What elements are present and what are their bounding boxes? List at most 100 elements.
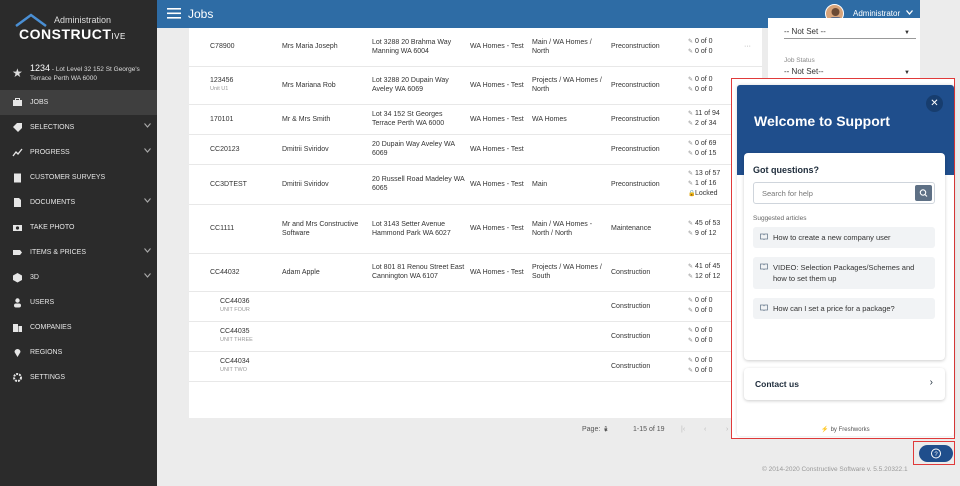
selection-icon: ✎ bbox=[688, 151, 694, 157]
address-cell bbox=[370, 291, 468, 321]
chevron-down-icon[interactable] bbox=[144, 273, 151, 278]
address-cell: 20 Russell Road Madeley WA 6065 bbox=[372, 176, 465, 192]
unit-label: UNIT TWO bbox=[220, 367, 247, 373]
chevron-down-icon[interactable] bbox=[144, 248, 151, 253]
sidebar-item-label: SETTINGS bbox=[30, 374, 66, 381]
job-code-cell[interactable]: 170101 bbox=[189, 104, 280, 134]
cube-icon bbox=[13, 273, 22, 283]
chevron-down-icon[interactable] bbox=[144, 148, 151, 153]
label-icon bbox=[13, 250, 22, 255]
stage-cell: Preconstruction bbox=[611, 81, 660, 89]
job-code-cell[interactable]: 123456 Unit U1 bbox=[189, 66, 280, 104]
stage-cell: Preconstruction bbox=[611, 115, 660, 123]
contact-us-button[interactable]: Contact us › bbox=[744, 368, 945, 400]
sidebar-item-label: PROGRESS bbox=[30, 149, 70, 156]
progress-icon: ✎ bbox=[688, 264, 694, 270]
stage-cell: Construction bbox=[611, 362, 651, 370]
region-cell bbox=[530, 351, 609, 381]
sidebar-item-label: JOBS bbox=[30, 99, 49, 106]
filter-panel: -- Not Set -- ▼ Job Status -- Not Set-- ▼ bbox=[768, 18, 920, 80]
table-row[interactable]: CC44036 UNIT FOUR Construction ✎ 0 of 0 ✎ 0 of… bbox=[189, 291, 762, 321]
stage-cell: Maintenance bbox=[611, 225, 652, 232]
job-code-cell[interactable]: CC44036 UNIT FOUR bbox=[189, 291, 280, 321]
region-cell: Main bbox=[532, 180, 548, 188]
progress-icon: ✎ bbox=[688, 171, 694, 177]
search-input[interactable]: Search for help bbox=[753, 182, 935, 204]
row-actions[interactable]: ··· bbox=[742, 28, 762, 66]
current-job[interactable]: ★ 1234 - Lot Level 32 152 St George's Te… bbox=[0, 60, 157, 88]
book-icon bbox=[760, 233, 768, 240]
camera-icon bbox=[13, 225, 22, 231]
help-panel: Got questions? Search for help Suggested… bbox=[744, 153, 945, 360]
address-cell: Lot 801 81 Renou Street East Cannington … bbox=[372, 264, 465, 280]
region-cell bbox=[530, 291, 609, 321]
company-cell: WA Homes - Test bbox=[470, 81, 524, 89]
article-link[interactable]: How to create a new company user bbox=[753, 227, 935, 248]
sidebar-item-settings[interactable]: SETTINGS bbox=[0, 365, 157, 390]
tag-icon bbox=[13, 123, 22, 132]
logo[interactable]: Administration CONSTRUCTIVE bbox=[14, 8, 144, 48]
chevron-down-icon[interactable] bbox=[144, 123, 151, 128]
sidebar-item-jobs[interactable]: JOBS bbox=[0, 90, 157, 115]
menu-icon[interactable] bbox=[167, 8, 181, 19]
briefcase-icon bbox=[13, 98, 22, 106]
sidebar-item-customer-surveys[interactable]: CUSTOMER SURVEYS bbox=[0, 165, 157, 190]
client-cell bbox=[280, 351, 370, 381]
client-cell: Mr and Mrs Constructive Software bbox=[282, 220, 359, 237]
selection-icon: ✎ bbox=[688, 230, 694, 237]
sidebar-item-users[interactable]: USERS bbox=[0, 290, 157, 315]
client-cell: Mrs Mariana Rob bbox=[282, 81, 336, 89]
job-code-cell[interactable]: CC3DTEST bbox=[189, 164, 280, 204]
user-menu[interactable]: Administrator bbox=[853, 9, 900, 18]
stage-cell: Construction bbox=[611, 268, 651, 276]
sidebar-item-label: CUSTOMER SURVEYS bbox=[30, 174, 106, 181]
sidebar-item-regions[interactable]: REGIONS bbox=[0, 340, 157, 365]
sidebar-item-items-prices[interactable]: ITEMS & PRICES bbox=[0, 240, 157, 265]
sidebar-item-label: COMPANIES bbox=[30, 324, 72, 331]
job-code-cell[interactable]: C78900 bbox=[189, 28, 280, 66]
table-row[interactable]: CC44032 Adam Apple Lot 801 81 Renou Street… bbox=[189, 253, 762, 291]
document-icon bbox=[14, 198, 21, 207]
article-link[interactable]: How can I set a price for a package? bbox=[753, 298, 935, 319]
sidebar-item-3d[interactable]: 3D bbox=[0, 265, 157, 290]
next-page-icon[interactable]: › bbox=[726, 426, 728, 433]
help-launcher-button[interactable]: ? bbox=[919, 445, 953, 462]
company-cell: WA Homes - Test bbox=[470, 145, 524, 153]
sidebar-item-documents[interactable]: DOCUMENTS bbox=[0, 190, 157, 215]
table-row[interactable]: CC3DTEST Dmitrii Sviridov 20 Russell Road … bbox=[189, 164, 762, 204]
table-row[interactable]: CC20123 Dmitrii Sviridov 20 Dupain Way Ave… bbox=[189, 134, 762, 164]
chevron-down-icon[interactable] bbox=[906, 10, 913, 15]
prev-page-icon[interactable]: ‹ bbox=[704, 426, 706, 433]
article-link[interactable]: VIDEO: Selection Packages/Schemes and ho… bbox=[753, 257, 935, 289]
chevron-down-icon[interactable] bbox=[144, 198, 151, 203]
job-code-cell[interactable]: CC44035 UNIT THREE bbox=[189, 321, 280, 351]
table-row[interactable]: CC44034 UNIT TWO Construction ✎ 0 of 0 ✎ 0 of … bbox=[189, 351, 762, 381]
company-cell: WA Homes - Test bbox=[470, 180, 524, 188]
trend-icon bbox=[12, 148, 23, 157]
filter-select[interactable]: -- Not Set -- ▼ bbox=[784, 27, 916, 39]
client-cell: Dmitrii Sviridov bbox=[282, 180, 329, 188]
progress-icon: ✎ bbox=[688, 38, 694, 45]
progress-icon: ✎ bbox=[688, 141, 694, 147]
table-row[interactable]: C78900 Mrs Maria Joseph Lot 3288 20 Brahma… bbox=[189, 28, 762, 66]
sidebar-item-selections[interactable]: SELECTIONS bbox=[0, 115, 157, 140]
close-icon[interactable]: ✕ bbox=[926, 95, 943, 112]
sidebar-item-take-photo[interactable]: TAKE PHOTO bbox=[0, 215, 157, 240]
page-select[interactable]: 1 ▾ bbox=[604, 426, 608, 434]
table-row[interactable]: CC1111 Mr and Mrs Constructive Software Lo… bbox=[189, 204, 762, 253]
unit-label: UNIT FOUR bbox=[220, 307, 250, 313]
sidebar-item-progress[interactable]: PROGRESS bbox=[0, 140, 157, 165]
table-row[interactable]: 123456 Unit U1 Mrs Mariana Rob Lot 3288 20 … bbox=[189, 66, 762, 104]
table-row[interactable]: 170101 Mr & Mrs Smith Lot 34 152 St George… bbox=[189, 104, 762, 134]
sidebar-item-companies[interactable]: COMPANIES bbox=[0, 315, 157, 340]
job-code-cell[interactable]: CC44034 UNIT TWO bbox=[189, 351, 280, 381]
company-cell: WA Homes - Test bbox=[470, 268, 524, 276]
table-row[interactable]: CC44035 UNIT THREE Construction ✎ 0 of 0 ✎ 0 o… bbox=[189, 321, 762, 351]
job-code-cell[interactable]: CC1111 bbox=[189, 204, 280, 253]
job-code-cell[interactable]: CC44032 bbox=[189, 253, 280, 291]
search-icon[interactable] bbox=[915, 185, 932, 201]
jobs-table-card: C78900 Mrs Maria Joseph Lot 3288 20 Brahma… bbox=[189, 28, 762, 434]
job-code-cell[interactable]: CC20123 bbox=[189, 134, 280, 164]
sidebar-item-label: SELECTIONS bbox=[30, 124, 75, 131]
first-page-icon[interactable]: |‹ bbox=[681, 426, 685, 433]
